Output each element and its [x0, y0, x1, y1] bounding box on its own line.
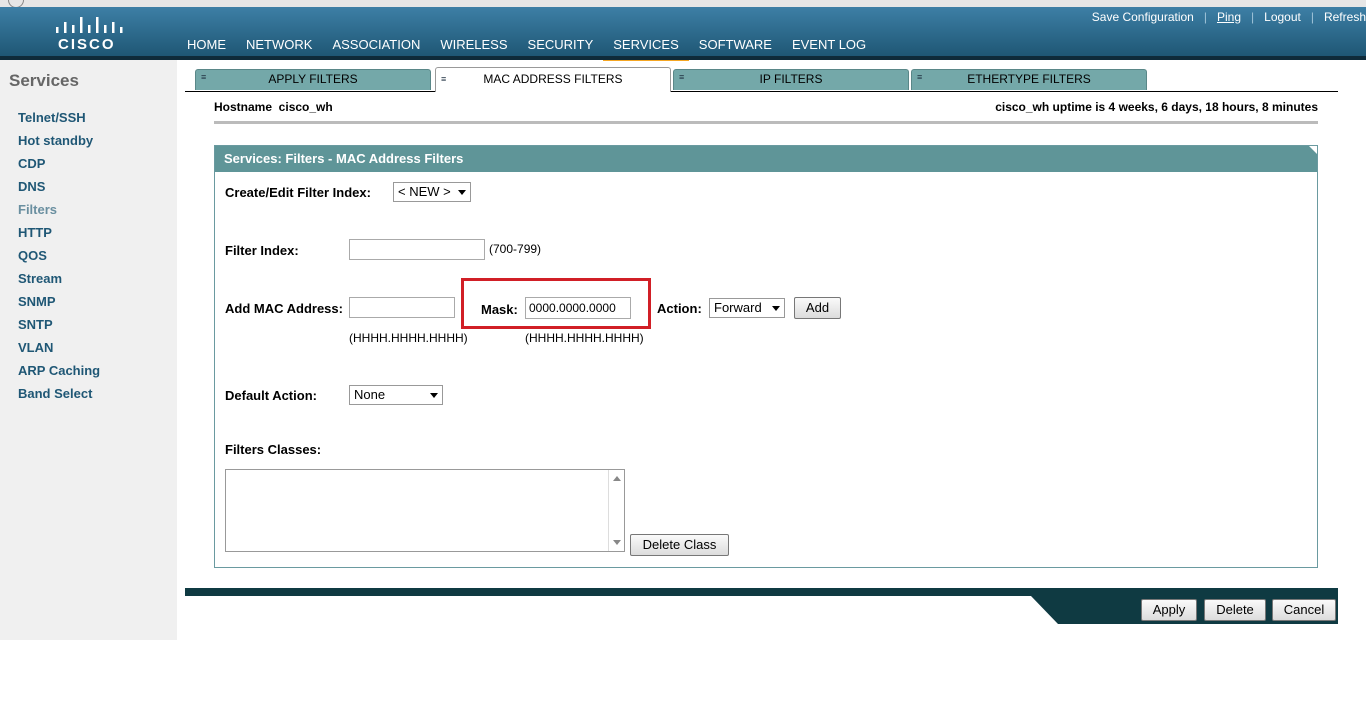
sidebar-item-cdp[interactable]: CDP [18, 156, 45, 171]
grip-icon: ≡ [201, 72, 207, 82]
scroll-down-icon[interactable] [613, 540, 621, 545]
action-label: Action: [657, 301, 702, 316]
add-button[interactable]: Add [794, 297, 841, 319]
cisco-logo-text: CISCO [58, 36, 116, 53]
separator: | [1251, 10, 1255, 24]
footer-stripe [185, 588, 1338, 596]
chevron-down-icon [772, 306, 780, 311]
grip-icon: ≡ [441, 74, 447, 84]
filter-index-input[interactable] [349, 239, 485, 260]
sidebar-item-hot-standby[interactable]: Hot standby [18, 133, 93, 148]
tab-ethertype-filters[interactable]: ≡ ETHERTYPE FILTERS [911, 69, 1147, 90]
hostname-divider [214, 121, 1318, 124]
mask-format-hint: (HHHH.HHHH.HHHH) [525, 331, 644, 345]
sidebar-item-dns[interactable]: DNS [18, 179, 45, 194]
panel-title: Services: Filters - MAC Address Filters [215, 146, 1317, 172]
ping-link[interactable]: Ping [1217, 10, 1241, 24]
sidebar-item-http[interactable]: HTTP [18, 225, 52, 240]
main-nav: HOME NETWORK ASSOCIATION WIRELESS SECURI… [187, 37, 876, 61]
scroll-up-icon[interactable] [613, 476, 621, 481]
sidebar-title: Services [9, 71, 79, 90]
uptime-text: cisco_wh uptime is 4 weeks, 6 days, 18 h… [995, 100, 1318, 114]
default-action-select[interactable]: None [349, 385, 443, 405]
mac-address-input[interactable] [349, 297, 455, 318]
nav-security[interactable]: SECURITY [518, 37, 604, 57]
tab-apply-filters[interactable]: ≡ APPLY FILTERS [195, 69, 431, 90]
sidebar-item-vlan[interactable]: VLAN [18, 340, 53, 355]
action-select[interactable]: Forward [709, 298, 785, 318]
sidebar-item-snmp[interactable]: SNMP [18, 294, 56, 309]
tab-label: IP FILTERS [759, 72, 823, 86]
nav-software[interactable]: SOFTWARE [689, 37, 782, 57]
tab-ip-filters[interactable]: ≡ IP FILTERS [673, 69, 909, 90]
nav-wireless[interactable]: WIRELESS [430, 37, 517, 57]
delete-button[interactable]: Delete [1204, 599, 1266, 621]
separator: | [1203, 10, 1207, 24]
filter-classes-label: Filters Classes: [225, 442, 322, 457]
sidebar-item-filters[interactable]: Filters [18, 202, 57, 217]
sidebar-item-telnet-ssh[interactable]: Telnet/SSH [18, 110, 86, 125]
chevron-down-icon [430, 393, 438, 398]
mask-input[interactable] [525, 297, 631, 319]
hostname-label: Hostname cisco_wh [214, 100, 333, 114]
nav-services[interactable]: SERVICES [603, 37, 689, 61]
tab-mac-address-filters[interactable]: ≡ MAC ADDRESS FILTERS [435, 67, 671, 92]
mac-format-hint: (HHHH.HHHH.HHHH) [349, 331, 468, 345]
logout-link[interactable]: Logout [1264, 10, 1301, 24]
create-edit-select[interactable]: < NEW > [393, 182, 471, 202]
separator: | [1310, 10, 1314, 24]
create-edit-label: Create/Edit Filter Index: [225, 185, 371, 200]
filter-tabs: ≡ APPLY FILTERS ≡ MAC ADDRESS FILTERS ≡ … [185, 67, 1338, 92]
nav-association[interactable]: ASSOCIATION [322, 37, 430, 57]
app-header: CISCO HOME NETWORK ASSOCIATION WIRELESS … [0, 7, 1366, 61]
select-value: < NEW > [398, 184, 451, 199]
grip-icon: ≡ [679, 72, 685, 82]
chevron-down-icon [458, 190, 466, 195]
filter-index-label: Filter Index: [225, 243, 299, 258]
sidebar-item-band-select[interactable]: Band Select [18, 386, 92, 401]
cancel-button[interactable]: Cancel [1272, 599, 1336, 621]
browser-strip [0, 0, 1366, 8]
nav-network[interactable]: NETWORK [236, 37, 322, 57]
delete-class-button[interactable]: Delete Class [630, 534, 729, 556]
header-divider [0, 56, 1366, 60]
sidebar-item-stream[interactable]: Stream [18, 271, 62, 286]
mask-label: Mask: [481, 302, 518, 317]
scrollbar[interactable] [608, 470, 624, 551]
tab-label: MAC ADDRESS FILTERS [483, 72, 623, 86]
filter-classes-list[interactable] [225, 469, 625, 552]
grip-icon: ≡ [917, 72, 923, 82]
apply-button[interactable]: Apply [1141, 599, 1197, 621]
sidebar-item-arp-caching[interactable]: ARP Caching [18, 363, 100, 378]
sidebar: Services Telnet/SSH Hot standby CDP DNS … [0, 60, 177, 640]
select-value: Forward [714, 300, 762, 315]
select-value: None [354, 387, 386, 402]
refresh-link[interactable]: Refresh [1324, 10, 1366, 24]
default-action-label: Default Action: [225, 388, 317, 403]
tab-label: ETHERTYPE FILTERS [967, 72, 1091, 86]
filter-index-range: (700-799) [489, 242, 542, 256]
save-configuration-link[interactable]: Save Configuration [1092, 10, 1194, 24]
sidebar-item-qos[interactable]: QOS [18, 248, 47, 263]
sidebar-item-sntp[interactable]: SNTP [18, 317, 53, 332]
nav-home[interactable]: HOME [187, 37, 236, 57]
add-mac-label: Add MAC Address: [225, 301, 343, 316]
top-links: Save Configuration | Ping | Logout | Ref… [1092, 10, 1366, 24]
nav-event-log[interactable]: EVENT LOG [782, 37, 876, 57]
tab-label: APPLY FILTERS [268, 72, 358, 86]
